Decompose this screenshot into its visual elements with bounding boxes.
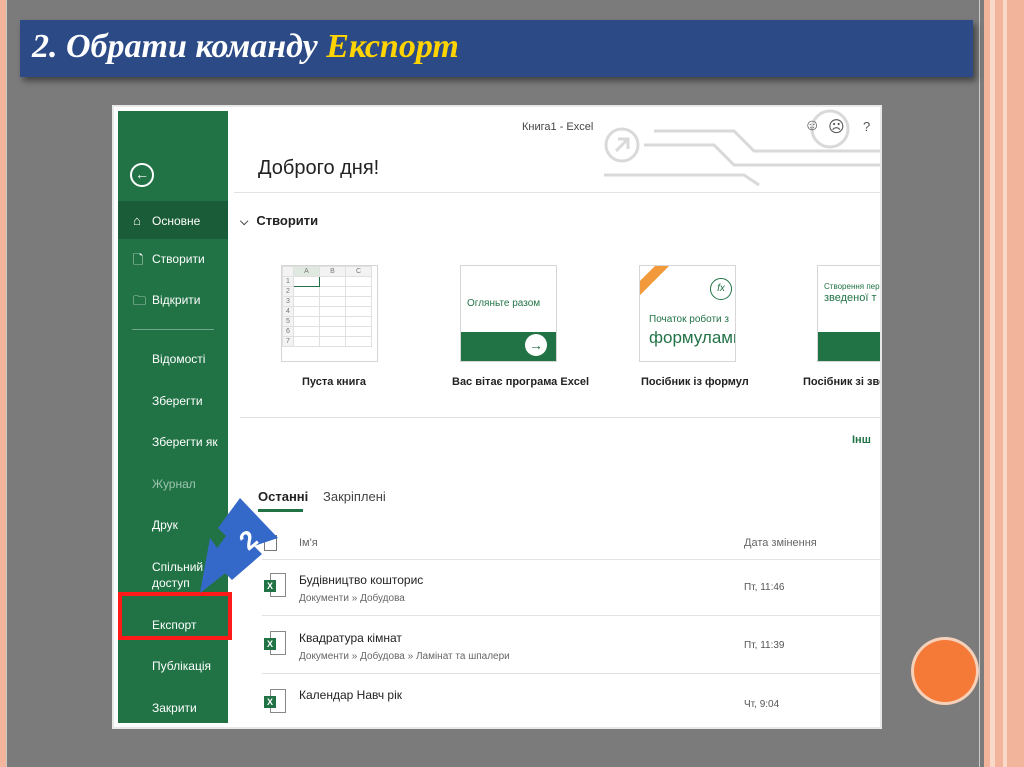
- template-welcome[interactable]: Огляньте разом →: [460, 265, 557, 362]
- home-icon: ⌂: [133, 213, 141, 228]
- function-icon: fx: [710, 278, 732, 300]
- help-icon[interactable]: ?: [863, 119, 870, 134]
- template-banner: [818, 332, 880, 361]
- callout-arrow: 2: [200, 498, 278, 593]
- excel-screenshot: ← ⌂ Основне 🗋 Створити 🗀 Відкрити Відомо…: [114, 107, 880, 727]
- sidebar-item-home[interactable]: ⌂ Основне: [118, 201, 228, 239]
- divider: [234, 192, 880, 193]
- new-file-icon: 🗋: [133, 252, 144, 267]
- sidebar-item-open[interactable]: 🗀 Відкрити: [118, 290, 228, 314]
- right-stripe-light: [990, 0, 995, 767]
- spreadsheet-grid-thumb: ABC 1 2 3 4 5 6 7: [282, 266, 372, 347]
- export-highlight-box: [118, 592, 232, 640]
- arrow-right-icon: →: [525, 334, 547, 356]
- row-divider: [262, 673, 880, 674]
- row-divider: [262, 559, 880, 560]
- open-folder-icon: 🗀: [133, 293, 147, 308]
- file-date: Чт, 9:04: [744, 699, 780, 710]
- excel-file-icon: X: [264, 689, 286, 713]
- chevron-down-icon: ⌵: [240, 216, 249, 228]
- sidebar-item-label: Створити: [152, 252, 205, 266]
- right-stripe-light-2: [1003, 0, 1007, 767]
- greeting-heading: Доброго дня!: [258, 157, 380, 179]
- column-header-date[interactable]: Дата змінення: [744, 537, 817, 549]
- create-section-header[interactable]: ⌵ Створити: [240, 213, 318, 229]
- template-label[interactable]: Вас вітає програма Excel: [452, 376, 589, 388]
- file-name[interactable]: Календар Навч рік: [299, 688, 402, 702]
- slide-title-bar: 2. Обрати команду Експорт: [20, 20, 973, 77]
- template-inner-text: Огляньте разом: [467, 298, 541, 309]
- template-inner-title: формулами: [649, 328, 736, 347]
- sidebar-item-label: Відкрити: [152, 293, 201, 307]
- frown-icon[interactable]: ☹: [828, 117, 845, 137]
- sidebar-divider: [132, 329, 214, 330]
- template-inner-title: зведеної т: [824, 292, 877, 304]
- sidebar-item-save-as[interactable]: Зберегти як: [152, 434, 218, 450]
- template-blank-workbook[interactable]: ABC 1 2 3 4 5 6 7: [281, 265, 378, 362]
- file-date: Пт, 11:46: [744, 582, 785, 593]
- more-templates-link[interactable]: Інш: [852, 434, 871, 446]
- sidebar-item-info[interactable]: Відомості: [152, 351, 205, 367]
- row-divider: [262, 615, 880, 616]
- slide-title-highlight: Експорт: [326, 28, 459, 65]
- divider: [240, 417, 880, 418]
- file-name[interactable]: Будівництво кошторис: [299, 573, 423, 587]
- sidebar-item-label: Основне: [152, 214, 201, 228]
- template-inner-text: Початок роботи з: [649, 314, 729, 325]
- slide-title: 2. Обрати команду Експорт: [32, 28, 459, 66]
- sidebar-item-save[interactable]: Зберегти: [152, 393, 203, 409]
- new-ribbon: [640, 266, 675, 297]
- sidebar-item-publish[interactable]: Публікація: [152, 658, 211, 674]
- template-inner-text: Створення пер: [824, 282, 880, 291]
- excel-file-icon: X: [264, 631, 286, 655]
- template-label[interactable]: Посібник зі зве: [803, 376, 880, 388]
- create-label: Створити: [256, 213, 319, 228]
- file-date: Пт, 11:39: [744, 640, 785, 651]
- back-arrow-icon[interactable]: ←: [130, 163, 154, 187]
- file-path: Документи » Добудова: [299, 593, 405, 604]
- sidebar-item-new[interactable]: 🗋 Створити: [118, 249, 228, 273]
- file-path: Документи » Добудова » Ламінат та шпалер…: [299, 651, 510, 662]
- decorative-circle: [914, 640, 976, 702]
- column-header-name[interactable]: Ім'я: [299, 537, 318, 549]
- slide-title-text: 2. Обрати команду: [32, 28, 327, 65]
- sidebar-item-print[interactable]: Друк: [152, 517, 178, 533]
- template-pivot[interactable]: Створення пер зведеної т: [817, 265, 880, 362]
- sidebar-item-history[interactable]: Журнал: [152, 476, 196, 492]
- window-title: Книга1 - Excel: [522, 121, 594, 133]
- template-label[interactable]: Посібник із формул: [641, 376, 749, 388]
- template-formulas[interactable]: fx Початок роботи з формулами: [639, 265, 736, 362]
- tab-pinned[interactable]: Закріплені: [323, 489, 386, 504]
- sidebar-item-close[interactable]: Закрити: [152, 700, 197, 716]
- template-label[interactable]: Пуста книга: [302, 376, 366, 388]
- file-name[interactable]: Квадратура кімнат: [299, 631, 402, 645]
- smile-icon[interactable]: ☺: [804, 117, 820, 135]
